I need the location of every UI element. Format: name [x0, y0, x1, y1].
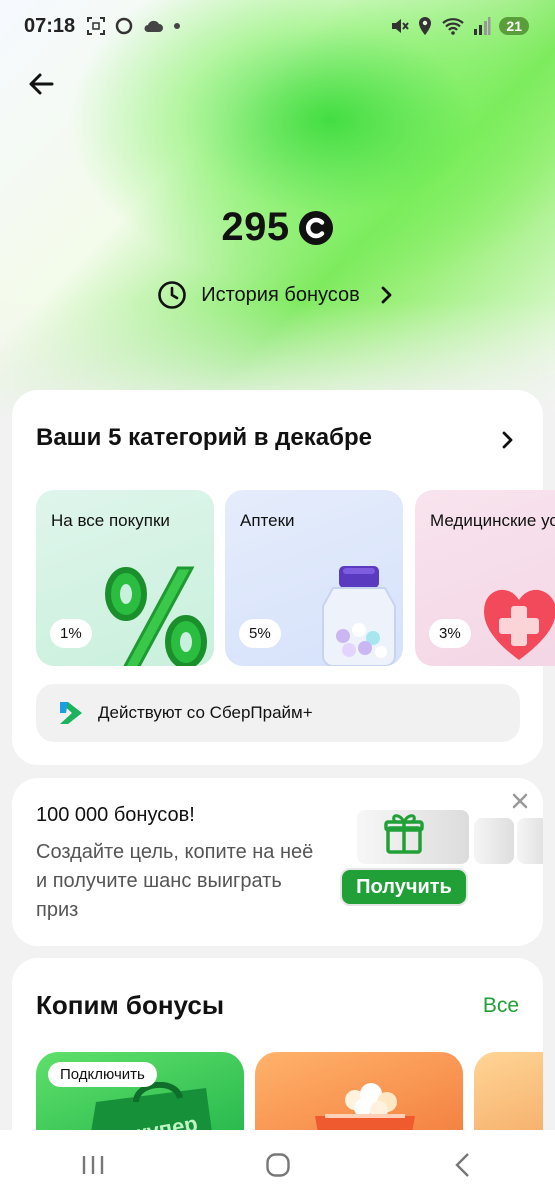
categories-title: Ваши 5 категорий в декабре [36, 424, 372, 451]
category-percent: 1% [50, 619, 92, 648]
gift-card-image [517, 818, 543, 864]
saving-title: Копим бонусы [36, 990, 225, 1020]
cloud-icon [144, 20, 163, 32]
percent-3d-icon [105, 566, 207, 666]
chevron-right-icon [381, 286, 392, 304]
gift-icon [384, 814, 424, 854]
categories-card: Ваши 5 категорий в декабре На все покупк… [12, 390, 555, 765]
promo-card: 100 000 бонусов! Создайте цель, копите н… [12, 778, 543, 946]
connect-badge: Подключить [48, 1062, 157, 1087]
dot-icon [174, 23, 180, 29]
pill-bottle-icon [322, 566, 396, 666]
gift-card-image [474, 818, 514, 864]
promo-description: Создайте цель, копите на неё и получите … [36, 841, 314, 921]
back-chevron-icon [454, 1153, 469, 1177]
balance-value: 295 [221, 205, 290, 249]
see-all-link[interactable]: Все [483, 994, 519, 1018]
recent-apps-button[interactable] [63, 1145, 123, 1185]
history-label: История бонусов [201, 283, 360, 306]
chevron-right-icon[interactable] [495, 428, 519, 452]
sberprime-logo-icon [60, 702, 82, 724]
category-percent: 3% [429, 619, 471, 648]
screenshot-icon [87, 17, 105, 35]
category-label: Аптеки [240, 511, 295, 530]
close-icon[interactable] [511, 792, 529, 810]
medical-heart-icon [484, 590, 555, 660]
promo-title: 100 000 бонусов! [36, 804, 195, 826]
saving-card: Копим бонусы Все купер Подключить [12, 958, 543, 1158]
bonus-history-link[interactable]: История бонусов [0, 280, 555, 310]
bonus-balance: 295 [0, 205, 555, 250]
battery-level: 21 [499, 17, 529, 35]
status-time: 07:18 [24, 15, 76, 37]
category-label: Медицинские услуги [430, 511, 555, 530]
category-tile-pharmacy[interactable]: Аптеки 5% [225, 490, 403, 666]
category-tile-all-purchases[interactable]: На все покупки 1% [36, 490, 214, 666]
home-button[interactable] [248, 1145, 308, 1185]
sberprime-text: Действуют со СберПрайм+ [98, 703, 313, 722]
system-back-button[interactable] [433, 1145, 493, 1185]
get-button[interactable]: Получить [340, 868, 468, 906]
wifi-icon [442, 18, 465, 35]
location-icon [419, 17, 432, 35]
status-bar: 07:18 21 [0, 0, 555, 52]
home-icon [265, 1153, 290, 1177]
chat-bubble-icon [115, 17, 133, 35]
mute-icon [392, 19, 410, 33]
recent-apps-icon [82, 1156, 103, 1174]
category-percent: 5% [239, 619, 281, 648]
sberprime-banner[interactable]: Действуют со СберПрайм+ [36, 684, 520, 742]
signal-icon [474, 17, 491, 35]
sber-coin-icon [298, 210, 333, 245]
category-label: На все покупки [51, 511, 170, 530]
system-navigation-bar [0, 1130, 555, 1200]
back-arrow-icon[interactable] [24, 66, 60, 102]
category-tile-medical[interactable]: Медицинские услуги 3% [415, 490, 555, 666]
clock-icon [158, 281, 187, 309]
